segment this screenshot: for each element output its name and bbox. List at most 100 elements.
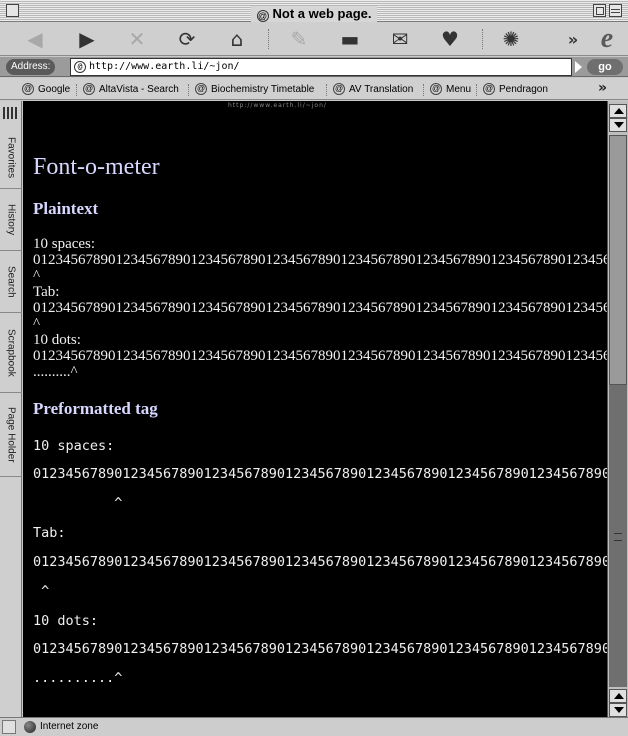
pre-dots-label: 10 dots: xyxy=(33,613,99,629)
sidebar-tab-search[interactable]: Search xyxy=(0,251,22,313)
vertical-scrollbar[interactable] xyxy=(607,101,628,717)
plaintext-heading: Plaintext xyxy=(33,199,99,218)
window-title-text: Not a web page. xyxy=(272,6,372,21)
window-title: @ Not a web page. xyxy=(250,6,378,22)
address-dropdown-icon[interactable] xyxy=(575,61,582,73)
favorite-menu[interactable]: @ Menu xyxy=(430,81,471,97)
stop-icon: ✕ xyxy=(128,27,146,51)
pre-caret-line: ^ xyxy=(33,583,50,599)
page-heading: Font-o-meter xyxy=(33,154,160,180)
autofill-button[interactable]: ✎ xyxy=(284,25,314,53)
scroll-up-arrow-icon[interactable] xyxy=(609,689,627,703)
toolbar-separator xyxy=(268,29,269,49)
pre-dots-caret-line: ..........^ xyxy=(33,670,123,686)
sidebar-tab-label: Favorites xyxy=(5,136,17,179)
forward-button[interactable]: ▶ xyxy=(72,25,102,53)
mail-button[interactable]: ✉ xyxy=(385,25,415,53)
refresh-icon: ⟳ xyxy=(178,27,196,51)
pre-caret-line: ^ xyxy=(33,495,123,511)
pen-icon: ✎ xyxy=(290,27,308,51)
favorite-biochemistry[interactable]: @ Biochemistry Timetable xyxy=(195,81,314,97)
page-top-url: http://www.earth.li/~jon/ xyxy=(228,102,327,109)
favorite-pendragon[interactable]: @ Pendragon xyxy=(483,81,548,97)
zoom-window-button[interactable] xyxy=(593,4,606,17)
globe-icon xyxy=(24,721,36,733)
resize-handle[interactable] xyxy=(2,720,16,734)
sidebar-tab-history[interactable]: History xyxy=(0,189,22,251)
page-icon: @ xyxy=(74,61,86,73)
pre-digits-line: 0123456789012345678901234567890123456789… xyxy=(33,554,607,570)
add-favorite-button[interactable]: ♥ xyxy=(435,25,465,53)
scrollbar-thumb[interactable] xyxy=(609,135,627,385)
favorites-separator xyxy=(326,84,327,96)
refresh-button[interactable]: ⟳ xyxy=(172,25,202,53)
address-bar: Address: @ http://www.earth.li/~jon/ go xyxy=(0,57,628,77)
preferences-button[interactable]: ✺ xyxy=(496,25,526,53)
status-bar: Internet zone xyxy=(0,717,628,736)
page-content[interactable]: http://www.earth.li/~jon/ Font-o-meter P… xyxy=(23,101,607,717)
favorite-label: Pendragon xyxy=(499,83,548,95)
favorite-label: AltaVista - Search xyxy=(99,83,179,95)
pre-tab-label: Tab: xyxy=(33,525,66,541)
print-button[interactable]: ▬ xyxy=(335,25,365,53)
at-icon: @ xyxy=(195,83,207,95)
printer-icon: ▬ xyxy=(340,27,360,51)
double-chevron-icon: » xyxy=(567,29,579,49)
go-button[interactable]: go xyxy=(587,59,623,75)
heart-icon: ♥ xyxy=(441,27,459,51)
at-icon: @ xyxy=(256,10,269,22)
favorite-label: Google xyxy=(38,83,71,95)
favorites-separator xyxy=(188,84,189,96)
sidebar-tab-scrapbook[interactable]: Scrapbook xyxy=(0,313,22,393)
address-input[interactable]: @ http://www.earth.li/~jon/ xyxy=(70,58,572,76)
home-button[interactable]: ⌂ xyxy=(222,25,252,53)
at-icon: @ xyxy=(22,83,34,95)
favorite-av-translation[interactable]: @ AV Translation xyxy=(333,81,413,97)
favorite-label: Biochemistry Timetable xyxy=(211,83,315,95)
title-bar[interactable]: @ Not a web page. xyxy=(0,0,628,22)
scroll-down-arrow-icon[interactable] xyxy=(609,118,627,132)
sidebar-tab-label: Search xyxy=(5,265,17,298)
toolbar-overflow-button[interactable]: » xyxy=(558,25,588,53)
sidebar-tab-label: History xyxy=(5,203,17,236)
security-zone-text: Internet zone xyxy=(40,721,99,732)
address-label: Address: xyxy=(6,59,56,75)
pre-digits-line: 0123456789012345678901234567890123456789… xyxy=(33,641,607,657)
favorite-google[interactable]: @ Google xyxy=(22,81,70,97)
sidebar-tab-label: Page Holder xyxy=(5,406,17,463)
at-icon: @ xyxy=(430,83,442,95)
favorites-separator xyxy=(423,84,424,96)
scroll-down-arrow-icon[interactable] xyxy=(609,703,627,717)
sidebar-tab-page-holder[interactable]: Page Holder xyxy=(0,393,22,477)
plain-dots-label: 10 dots: xyxy=(33,332,81,348)
plain-digits-line: 0123456789012345678901234567890123456789… xyxy=(33,300,607,316)
starburst-icon: ✺ xyxy=(502,27,520,51)
favorite-altavista[interactable]: @ AltaVista - Search xyxy=(83,81,179,97)
toolbar-separator xyxy=(482,29,483,49)
stop-button[interactable]: ✕ xyxy=(122,25,152,53)
plain-tab-label: Tab: xyxy=(33,284,60,300)
favorites-separator xyxy=(76,84,77,96)
scroll-up-arrow-icon[interactable] xyxy=(609,104,627,118)
browser-logo-icon: e xyxy=(600,23,614,54)
mail-icon: ✉ xyxy=(391,27,409,51)
plain-spaces-label: 10 spaces: xyxy=(33,236,96,252)
sidebar-toggle-icon[interactable] xyxy=(3,107,19,121)
collapse-window-button[interactable] xyxy=(609,4,622,17)
pre-spaces-label: 10 spaces: xyxy=(33,438,115,454)
plain-digits-line: 0123456789012345678901234567890123456789… xyxy=(33,348,607,364)
close-window-button[interactable] xyxy=(6,4,19,17)
sidebar-tab-favorites[interactable]: Favorites xyxy=(0,127,22,189)
scrollbar-grip-icon xyxy=(614,533,622,541)
back-arrow-icon: ◀ xyxy=(27,27,43,51)
back-button[interactable]: ◀ xyxy=(20,25,50,53)
at-icon: @ xyxy=(333,83,345,95)
sidebar-tab-label: Scrapbook xyxy=(5,328,17,377)
favorites-separator xyxy=(476,84,477,96)
plain-caret-line: ^ xyxy=(33,316,41,332)
preformatted-heading: Preformatted tag xyxy=(33,399,158,418)
favorites-overflow-icon[interactable]: » xyxy=(598,80,607,96)
forward-arrow-icon: ▶ xyxy=(79,27,95,51)
address-url: http://www.earth.li/~jon/ xyxy=(89,61,240,72)
pre-digits-line: 0123456789012345678901234567890123456789… xyxy=(33,466,607,482)
